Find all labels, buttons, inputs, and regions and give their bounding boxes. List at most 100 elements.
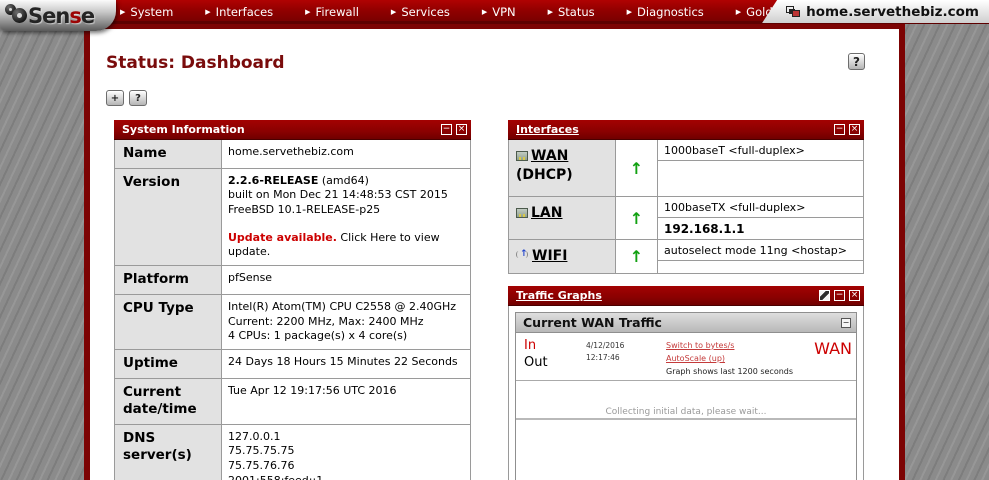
traffic-graphs-panel: Traffic Graphs − × Current WAN Traffic −… xyxy=(508,286,864,480)
interfaces-table: WAN (DHCP) ↑ 1000baseT <full-duplex> LAN ↑ 100… xyxy=(508,140,864,274)
interface-name-cell: WAN (DHCP) xyxy=(509,140,616,196)
wifi-beam: ↑ xyxy=(520,249,528,259)
nav-item-firewall[interactable]: ▶ Firewall xyxy=(305,5,359,19)
pfsense-logo[interactable]: Sense xyxy=(0,0,116,31)
nav-item-vpn[interactable]: ▶ VPN xyxy=(482,5,516,19)
graph-time: 12:17:46 xyxy=(586,352,620,362)
graph-note: Graph shows last 1200 seconds xyxy=(666,366,794,376)
interface-row-lan: LAN ↑ 100baseTX <full-duplex> 192.168.1.1 xyxy=(509,196,863,239)
interface-value-line: 192.168.1.1 xyxy=(658,217,863,239)
value-line: FreeBSD 10.1-RELEASE-p25 xyxy=(228,203,464,218)
page-header: Status: Dashboard ? xyxy=(90,29,899,73)
table-row: Platform pfSense xyxy=(115,265,470,294)
legend-out-label: Out xyxy=(524,354,548,370)
panel-title-link[interactable]: Interfaces xyxy=(516,123,830,136)
graph-legend: In Out xyxy=(524,338,586,378)
menu-arrow-icon: ▶ xyxy=(120,7,126,16)
nav-item-system[interactable]: ▶ System xyxy=(120,5,173,19)
value-line xyxy=(228,218,464,231)
traffic-graph-plot: Collecting initial data, please wait... xyxy=(516,381,856,480)
table-row: Current date/time Tue Apr 12 19:17:56 UTC… xyxy=(115,377,470,424)
graph-status-message: Collecting initial data, please wait... xyxy=(605,407,767,418)
row-value: 127.0.0.175.75.75.7575.75.76.762001:558:… xyxy=(222,425,470,480)
text-segment: Intel(R) Atom(TM) CPU C2558 @ 2.40GHz xyxy=(228,299,457,313)
minimize-icon[interactable]: − xyxy=(841,317,851,328)
interface-status-cell: ↑ xyxy=(616,240,658,273)
text-segment: 2001:558:feed::1 xyxy=(228,474,323,480)
widget-help-button[interactable]: ? xyxy=(129,90,147,106)
ethernet-icon xyxy=(516,208,528,218)
menu-arrow-icon: ▶ xyxy=(205,7,211,16)
text-segment: FreeBSD 10.1-RELEASE-p25 xyxy=(228,203,381,217)
row-value: home.servethebiz.com xyxy=(222,140,470,168)
interface-value-line xyxy=(658,160,863,196)
menu-arrow-icon: ▶ xyxy=(390,7,397,16)
interface-status-cell: ↑ xyxy=(616,140,658,196)
text-segment: 24 Days 18 Hours 15 Minutes 22 Seconds xyxy=(228,354,458,368)
interface-name-cell: LAN xyxy=(509,197,616,239)
table-row: CPU Type Intel(R) Atom(TM) CPU C2558 @ 2.… xyxy=(115,293,470,349)
minimize-icon[interactable]: − xyxy=(441,124,452,135)
nav-item-status[interactable]: ▶ Status xyxy=(548,5,595,19)
minimize-icon[interactable]: − xyxy=(834,290,845,301)
top-nav: Sense ▶ System ▶ Interfaces ▶ Firewall ▶ Servic… xyxy=(0,0,989,31)
interface-value-cell: autoselect mode 11ng <hostap> xyxy=(658,240,863,273)
switch-to-bytes-link[interactable]: Switch to bytes/s xyxy=(666,340,814,353)
add-widget-button[interactable]: + xyxy=(106,90,124,106)
nav-item-label: Interfaces xyxy=(215,5,274,19)
value-line: Current: 2200 MHz, Max: 2400 MHz xyxy=(228,315,464,330)
row-value: 24 Days 18 Hours 15 Minutes 22 Seconds xyxy=(222,350,470,378)
hostname-tab: home.servethebiz.com xyxy=(762,0,989,23)
hostname-label: home.servethebiz.com xyxy=(806,3,979,20)
interface-link-wan[interactable]: WAN xyxy=(531,148,568,164)
value-line: Tue Apr 12 19:17:56 UTC 2016 xyxy=(228,384,464,399)
value-line: 2001:558:feed::1 xyxy=(228,474,464,480)
left-column: System Information − × Name home.servethe… xyxy=(114,120,471,480)
interface-value-line xyxy=(658,260,863,273)
interface-row-wan: WAN (DHCP) ↑ 1000baseT <full-duplex> xyxy=(509,140,863,196)
close-icon[interactable]: × xyxy=(849,290,860,301)
table-row: DNS server(s) 127.0.0.1 75.75.75.75 75.75.7… xyxy=(115,423,470,480)
graph-options: Switch to bytes/s AutoScale (up) Graph s… xyxy=(666,338,814,378)
close-icon[interactable]: × xyxy=(849,124,860,135)
traffic-graphs-header: Traffic Graphs − × xyxy=(508,286,864,306)
nav-item-label: Services xyxy=(401,5,450,19)
logo-text: Sense xyxy=(28,3,95,28)
graph-interface-label: WAN xyxy=(814,339,852,358)
value-line: 2.2.6-RELEASE (amd64) xyxy=(228,174,464,189)
nav-item-services[interactable]: ▶ Services xyxy=(391,5,450,19)
nav-item-diagnostics[interactable]: ▶ Diagnostics xyxy=(627,5,704,19)
settings-icon[interactable] xyxy=(819,290,830,301)
subpanel-title: Current WAN Traffic xyxy=(523,315,662,330)
panel-title-link[interactable]: Traffic Graphs xyxy=(516,289,815,302)
status-up-icon: ↑ xyxy=(629,158,644,178)
menu-arrow-icon: ▶ xyxy=(735,7,742,16)
status-up-icon: ↑ xyxy=(629,247,644,266)
interface-link-wifi[interactable]: WIFI xyxy=(532,248,567,264)
close-icon[interactable]: × xyxy=(456,124,467,135)
text-segment: built on Mon Dec 21 14:48:53 CST 2015 xyxy=(228,188,448,202)
interface-link-lan[interactable]: LAN xyxy=(531,205,562,221)
autoscale-link[interactable]: AutoScale (up) xyxy=(666,353,814,366)
system-information-header: System Information − × xyxy=(114,120,471,140)
help-icon[interactable]: ? xyxy=(848,53,865,70)
menu-arrow-icon: ▶ xyxy=(626,7,633,16)
value-line: built on Mon Dec 21 14:48:53 CST 2015 xyxy=(228,188,464,203)
interfaces-header: Interfaces − × xyxy=(508,120,864,140)
nav-item-interfaces[interactable]: ▶ Interfaces xyxy=(205,5,273,19)
text-segment: 75.75.76.76 xyxy=(228,459,295,473)
nav-item-label: Diagnostics xyxy=(637,5,704,19)
text-segment: home.servethebiz.com xyxy=(228,145,354,158)
wan-traffic-subpanel: Current WAN Traffic − In Out 4/12/2016 1… xyxy=(515,312,857,480)
system-information-table: Name home.servethebiz.com Version 2.2.6-REL… xyxy=(114,140,471,480)
text-segment: 127.0.0.1 xyxy=(228,429,281,443)
minimize-icon[interactable]: − xyxy=(834,124,845,135)
gear-icon xyxy=(12,8,27,23)
value-line: 4 CPUs: 1 package(s) x 4 core(s) xyxy=(228,329,464,344)
value-line: pfSense xyxy=(228,271,464,286)
value-line: 127.0.0.1 xyxy=(228,430,464,445)
traffic-graphs-body: Current WAN Traffic − In Out 4/12/2016 1… xyxy=(508,306,864,480)
ethernet-icon xyxy=(516,151,528,161)
legend-in-label: In xyxy=(524,338,537,353)
table-row: Version 2.2.6-RELEASE (amd64) built on Mon… xyxy=(115,167,470,266)
